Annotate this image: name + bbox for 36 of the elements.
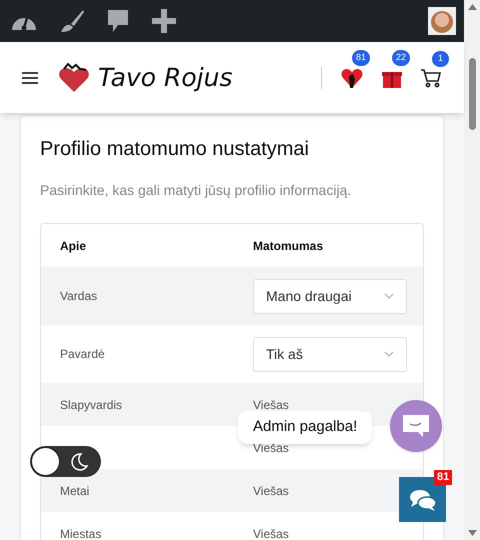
avatar[interactable] <box>428 7 456 35</box>
table-cell: Metai <box>60 484 90 498</box>
card-subtitle: Pasirinkite, kas gali matyti jūsų profilio informaciją. <box>40 181 352 200</box>
table-cell: Miestas <box>60 526 102 540</box>
count-badge: 81 <box>434 470 452 485</box>
help-bubble[interactable]: Admin pagalba! <box>238 411 372 444</box>
table-cell-text: Viešas <box>253 396 289 414</box>
scroll-thumb[interactable] <box>468 58 476 130</box>
visibility-select[interactable]: Mano draugai <box>253 278 407 314</box>
table-cell: Slapyvardis <box>60 398 122 412</box>
table-cell: Vardas <box>60 289 98 303</box>
message-icon <box>401 413 431 439</box>
comment-icon[interactable] <box>106 8 130 34</box>
count-badge: 1 <box>432 50 449 66</box>
table-cell-text: Viešas <box>253 482 289 500</box>
chevron-icon <box>384 351 394 357</box>
table-cell: Pavardė <box>60 347 105 361</box>
dark-mode-toggle[interactable] <box>30 446 101 477</box>
chat-bubbles-icon <box>408 488 436 512</box>
count-badge: 81 <box>352 50 370 66</box>
scroll-up-icon[interactable] <box>468 4 476 10</box>
site-logo-text[interactable]: Tavo Rojus <box>98 58 232 96</box>
plus-icon[interactable] <box>151 8 177 34</box>
table-cell-text: Viešas <box>253 526 289 540</box>
card-title: Profilio matomumo nustatymai <box>40 137 310 162</box>
heart-logo-icon[interactable] <box>58 62 90 92</box>
column-header: Apie <box>59 238 88 254</box>
scroll-down-icon[interactable] <box>468 530 476 536</box>
column-header: Matomumas <box>253 238 324 254</box>
visibility-select[interactable]: Tik aš <box>253 336 407 372</box>
count-badge: 22 <box>392 50 410 66</box>
brush-icon[interactable] <box>59 8 85 34</box>
menu-icon[interactable] <box>22 72 38 84</box>
cart-icon[interactable] <box>420 66 442 88</box>
chevron-icon <box>384 293 394 299</box>
moon-icon <box>69 452 89 472</box>
